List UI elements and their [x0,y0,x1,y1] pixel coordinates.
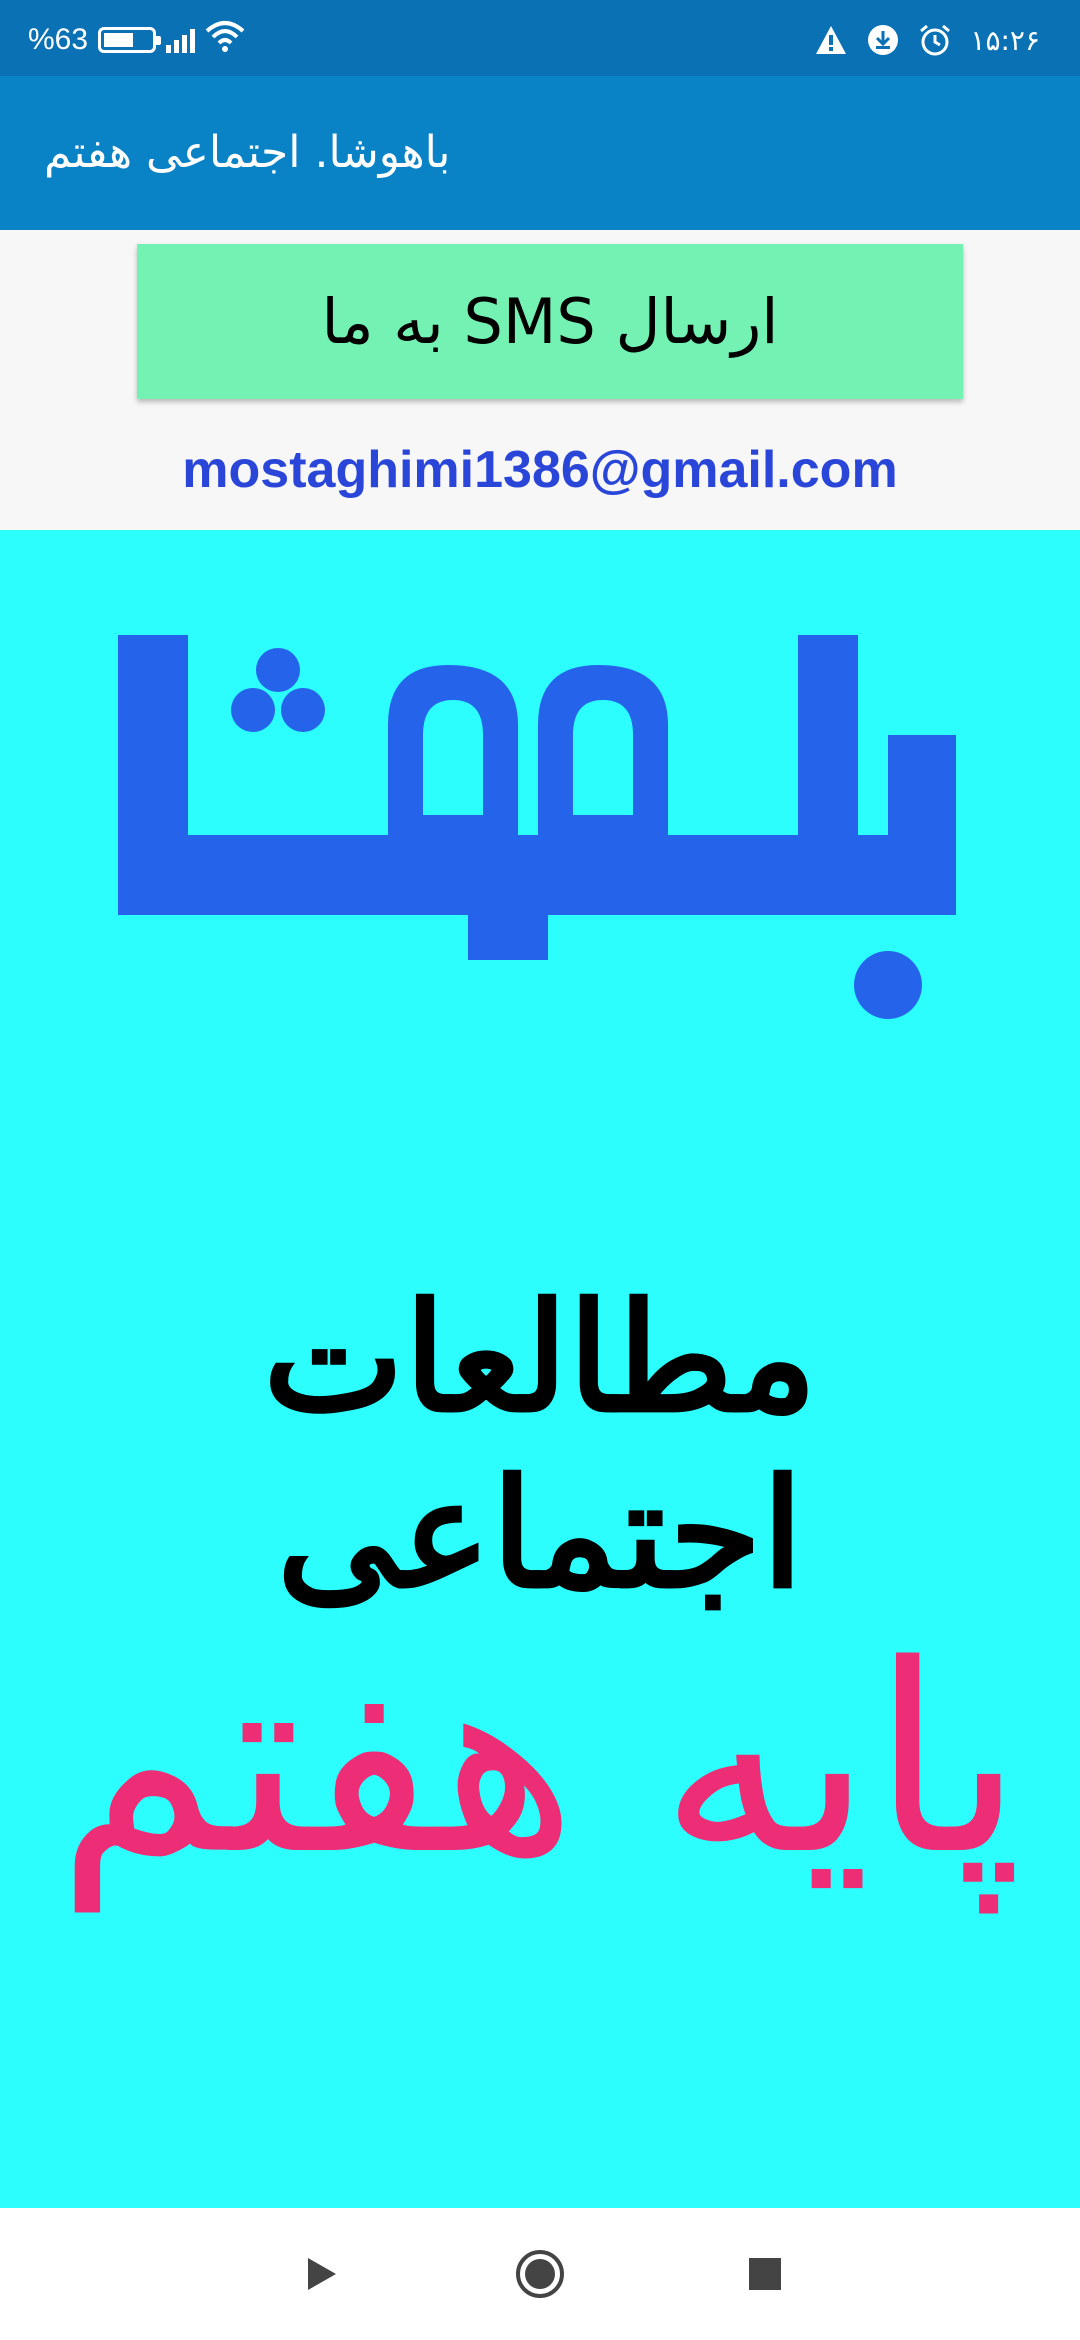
bahoosha-logo [118,635,956,1019]
banner-image: مطالعات اجتماعی پایه هفتم [0,530,1080,2208]
navigation-bar [0,2208,1080,2340]
status-left-group: %63 [28,20,245,60]
battery-percentage: %63 [28,23,89,56]
back-icon[interactable] [290,2244,350,2304]
subject-title: مطالعات اجتماعی [262,1270,818,1622]
status-bar: %63 ۱۵:۲۶ [0,0,1080,76]
download-icon [866,23,900,57]
status-right-group: ۱۵:۲۶ [814,20,1040,60]
clock-time: ۱۵:۲۶ [970,23,1040,57]
signal-icon [166,27,196,53]
recents-icon[interactable] [735,2244,795,2304]
grade-title: پایه هفتم [56,1610,1024,1912]
app-title: باهوشا. اجتماعی هفتم [44,127,451,178]
alarm-icon [918,23,952,57]
email-link[interactable]: mostaghimi1386@gmail.com [0,440,1080,500]
app-bar: باهوشا. اجتماعی هفتم [0,76,1080,230]
home-icon[interactable] [510,2244,570,2304]
warning-icon [814,23,848,57]
wifi-icon [205,19,245,61]
battery-icon [98,27,162,53]
send-sms-button[interactable]: ارسال SMS به ما [137,244,963,399]
